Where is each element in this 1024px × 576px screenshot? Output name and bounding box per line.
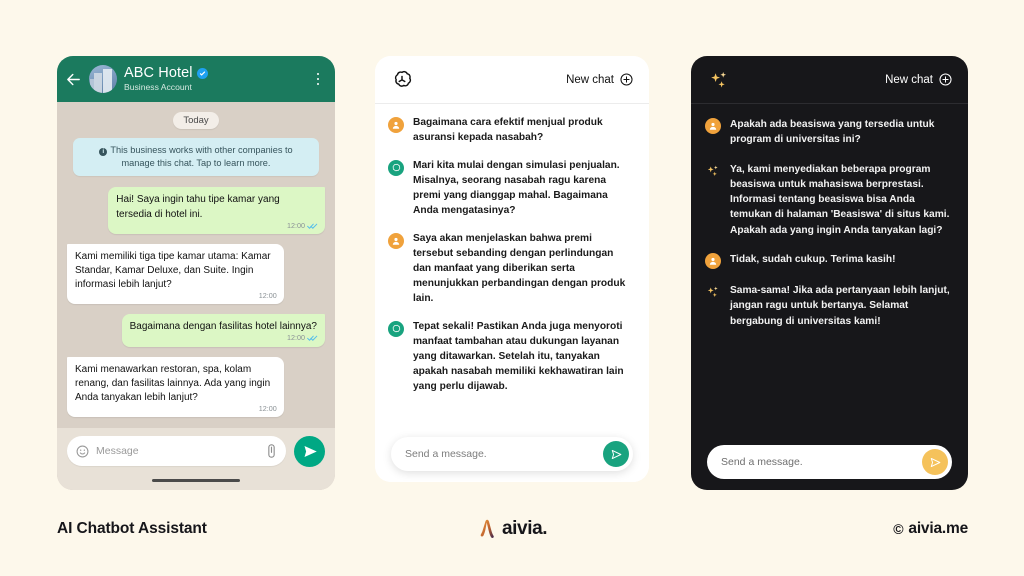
user-avatar-icon xyxy=(705,253,721,270)
paperclip-icon[interactable] xyxy=(266,444,277,458)
message-text: Apakah ada beasiswa yang tersedia untuk … xyxy=(730,119,935,146)
whatsapp-composer: Message xyxy=(57,428,335,490)
openai-logo-icon xyxy=(394,70,412,87)
message-meta: 12:00 xyxy=(287,221,318,231)
send-button[interactable] xyxy=(603,441,629,467)
message-text: Ya, kami menyediakan beberapa program be… xyxy=(730,163,950,236)
message-meta: 12:00 xyxy=(259,291,277,301)
send-button[interactable] xyxy=(294,436,325,467)
contact-name: ABC Hotel xyxy=(124,64,193,81)
message-text: Sama-sama! Jika ada pertanyaan lebih lan… xyxy=(730,285,950,327)
list-item[interactable]: Sama-sama! Jika ada pertanyaan lebih lan… xyxy=(705,283,952,329)
dark-assistant-panel: New chat Apakah ada beasiswa yang tersed… xyxy=(691,56,968,490)
hotel-building-avatar[interactable] xyxy=(89,65,117,93)
openai-bot-avatar-icon xyxy=(388,159,404,176)
list-item[interactable]: Mari kita mulai dengan simulasi penjuala… xyxy=(388,159,634,219)
contact-subtitle: Business Account xyxy=(124,82,192,93)
list-item[interactable]: Apakah ada beasiswa yang tersedia untuk … xyxy=(705,117,952,148)
screenshot-canvas: ABC Hotel Business Account Today i This b… xyxy=(0,0,1024,576)
sparkles-icon xyxy=(707,165,718,176)
sparkles-icon xyxy=(707,286,718,298)
chatgpt-chat-panel: New chat Bagaimana cara efektif menjual … xyxy=(375,56,649,482)
user-avatar-icon xyxy=(388,232,404,249)
message-text: Saya akan menjelaskan bahwa premi terseb… xyxy=(413,232,626,304)
message-text: Kami memiliki tiga tipe kamar utama: Kam… xyxy=(75,250,271,291)
message-text: Bagaimana cara efektif menjual produk as… xyxy=(413,117,603,143)
page-title: AI Chatbot Assistant xyxy=(57,520,207,537)
list-item[interactable]: Tidak, sudah cukup. Terima kasih! xyxy=(705,252,952,270)
message-time: 12:00 xyxy=(287,220,305,230)
message-time: 12:00 xyxy=(258,403,277,413)
send-paper-plane-icon xyxy=(304,446,317,457)
message-input-placeholder: Message xyxy=(96,445,139,457)
send-paper-plane-icon xyxy=(930,457,941,467)
openai-bot-avatar-icon xyxy=(388,320,404,337)
table-row[interactable]: Hai! Saya ingin tahu tipe kamar yang ter… xyxy=(108,187,325,234)
message-input[interactable]: Send a message. xyxy=(707,445,952,479)
whatsapp-contact-info[interactable]: ABC Hotel Business Account xyxy=(124,64,304,93)
table-row[interactable]: Kami menawarkan restoran, spa, kolam ren… xyxy=(67,356,284,418)
list-item[interactable]: Bagaimana cara efektif menjual produk as… xyxy=(388,116,634,146)
plus-circle-icon xyxy=(939,73,952,86)
message-text: Hai! Saya ingin tahu tipe kamar yang ter… xyxy=(116,194,280,220)
message-meta: 12:00 xyxy=(259,404,277,414)
overflow-menu-icon[interactable] xyxy=(311,70,325,88)
list-item[interactable]: Saya akan menjelaskan bahwa premi terseb… xyxy=(388,232,634,307)
table-row[interactable]: Kami memiliki tiga tipe kamar utama: Kam… xyxy=(67,243,284,305)
brand-name: aivia. xyxy=(502,518,548,539)
chatgpt-message-list: Bagaimana cara efektif menjual produk as… xyxy=(375,104,649,426)
business-notice-text: This business works with other companies… xyxy=(110,145,293,168)
whatsapp-header: ABC Hotel Business Account xyxy=(57,56,335,102)
home-indicator xyxy=(152,478,240,482)
new-chat-label: New chat xyxy=(566,73,614,86)
message-text: Tidak, sudah cukup. Terima kasih! xyxy=(730,254,896,266)
new-chat-button[interactable]: New chat xyxy=(885,73,952,86)
day-divider: Today xyxy=(173,112,219,129)
message-meta: 12:00 xyxy=(287,333,318,343)
table-row[interactable]: Bagaimana dengan fasilitas hotel lainnya… xyxy=(121,314,325,347)
dark-assistant-header: New chat xyxy=(691,56,968,104)
message-input-placeholder: Send a message. xyxy=(405,448,487,460)
read-receipt-icon xyxy=(307,223,318,229)
message-input[interactable]: Send a message. xyxy=(391,437,633,471)
copyright-symbol: © xyxy=(893,521,904,537)
list-item[interactable]: Ya, kami menyediakan beberapa program be… xyxy=(705,162,952,238)
brand-logo: aivia. xyxy=(478,518,548,540)
message-time: 12:00 xyxy=(287,333,305,343)
whatsapp-message-list: Today i This business works with other co… xyxy=(57,102,335,490)
new-chat-label: New chat xyxy=(885,73,933,86)
message-input[interactable]: Message xyxy=(67,436,286,466)
chatgpt-header: New chat xyxy=(375,56,649,104)
aivia-lambda-mark xyxy=(480,519,494,538)
verified-badge-icon xyxy=(196,67,208,79)
list-item[interactable]: Tepat sekali! Pastikan Anda juga menyoro… xyxy=(388,320,634,395)
send-button[interactable] xyxy=(922,449,948,475)
message-text: Tepat sekali! Pastikan Anda juga menyoro… xyxy=(413,320,624,392)
arrow-left-icon[interactable] xyxy=(65,71,82,88)
user-avatar-icon xyxy=(388,117,404,133)
message-input-placeholder: Send a message. xyxy=(721,456,803,468)
copyright-notice: © aivia.me xyxy=(893,520,968,538)
user-avatar-icon xyxy=(705,118,721,134)
emoji-smiley-icon[interactable] xyxy=(76,445,89,458)
dark-assistant-composer: Send a message. xyxy=(691,434,968,490)
chatgpt-composer: Send a message. xyxy=(375,426,649,482)
message-text: Kami menawarkan restoran, spa, kolam ren… xyxy=(75,363,271,403)
plus-circle-icon xyxy=(620,73,633,86)
new-chat-button[interactable]: New chat xyxy=(566,73,633,86)
copyright-text: aivia.me xyxy=(908,520,968,537)
read-receipt-icon xyxy=(307,336,318,342)
dark-assistant-message-list: Apakah ada beasiswa yang tersedia untuk … xyxy=(691,104,968,434)
send-paper-plane-icon xyxy=(611,449,622,459)
info-icon: i xyxy=(99,148,108,156)
sparkles-icon xyxy=(711,71,726,87)
whatsapp-chat-panel: ABC Hotel Business Account Today i This b… xyxy=(57,56,335,490)
message-text: Bagaimana dengan fasilitas hotel lainnya… xyxy=(129,321,317,333)
business-notice[interactable]: i This business works with other companie… xyxy=(73,138,319,177)
message-time: 12:00 xyxy=(258,291,277,301)
message-text: Mari kita mulai dengan simulasi penjuala… xyxy=(413,159,620,216)
